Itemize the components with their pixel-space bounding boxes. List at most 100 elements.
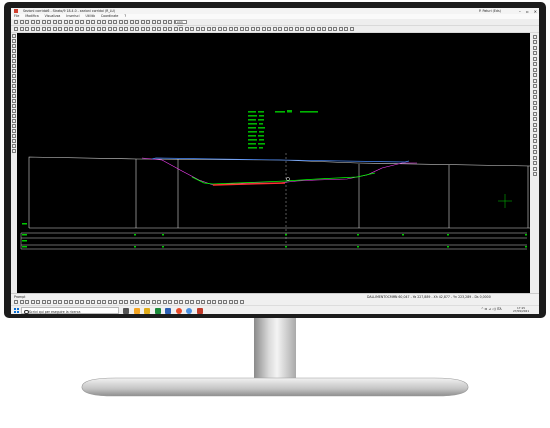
tool-icon[interactable] — [11, 84, 16, 88]
tool-icon[interactable] — [91, 27, 95, 31]
tool-icon[interactable] — [256, 27, 260, 31]
tool-icon[interactable] — [85, 20, 90, 24]
tool-icon[interactable] — [157, 27, 161, 31]
tool-icon[interactable] — [129, 300, 134, 304]
tool-icon[interactable] — [91, 300, 95, 304]
tool-icon[interactable] — [184, 27, 189, 31]
zoom-field[interactable]: stck 270 — [175, 20, 187, 27]
tool-icon[interactable] — [11, 44, 16, 48]
tool-icon[interactable] — [532, 122, 537, 127]
tool-icon[interactable] — [140, 20, 145, 24]
tool-icon[interactable] — [162, 20, 167, 24]
tool-icon[interactable] — [338, 27, 343, 31]
tool-icon[interactable] — [195, 27, 200, 31]
tool-icon[interactable] — [228, 27, 233, 31]
tool-icon[interactable] — [118, 27, 123, 31]
tool-icon[interactable] — [80, 20, 84, 24]
tool-icon[interactable] — [11, 64, 16, 68]
tool-icon[interactable] — [245, 27, 249, 31]
tool-icon[interactable] — [532, 45, 537, 50]
tool-icon[interactable] — [107, 300, 112, 304]
tool-icon[interactable] — [129, 20, 134, 24]
tool-icon[interactable] — [322, 27, 326, 31]
tool-icon[interactable] — [206, 300, 211, 304]
tool-icon[interactable] — [11, 149, 16, 153]
tool-icon[interactable] — [118, 20, 123, 24]
tool-icon[interactable] — [11, 129, 16, 133]
minimize-icon[interactable]: – — [519, 9, 521, 14]
tool-icon[interactable] — [96, 300, 101, 304]
tool-icon[interactable] — [206, 27, 211, 31]
tool-icon[interactable] — [151, 27, 156, 31]
task-view-icon[interactable] — [123, 307, 129, 314]
tool-icon[interactable] — [201, 300, 205, 304]
tool-icon[interactable] — [532, 150, 537, 154]
tool-icon[interactable] — [532, 78, 537, 83]
tool-icon[interactable] — [63, 27, 68, 31]
tool-icon[interactable] — [532, 100, 537, 105]
tool-icon[interactable] — [11, 119, 16, 123]
tool-icon[interactable] — [532, 117, 537, 121]
edge-icon[interactable] — [186, 307, 192, 314]
word-icon[interactable] — [165, 307, 171, 314]
tool-icon[interactable] — [74, 300, 79, 304]
tool-icon[interactable] — [69, 27, 73, 31]
tool-icon[interactable] — [532, 172, 537, 176]
tool-icon[interactable] — [532, 73, 537, 77]
maximize-icon[interactable]: ▫ — [526, 9, 529, 14]
tool-icon[interactable] — [11, 104, 16, 108]
tool-icon[interactable] — [30, 20, 35, 24]
tool-icon[interactable] — [140, 27, 145, 31]
tool-icon[interactable] — [173, 300, 178, 304]
tool-icon[interactable] — [11, 134, 16, 138]
tool-icon[interactable] — [85, 300, 90, 304]
tool-icon[interactable] — [173, 27, 178, 31]
tool-icon[interactable] — [41, 20, 46, 24]
tool-icon[interactable] — [41, 300, 46, 304]
tool-icon[interactable] — [58, 20, 62, 24]
tool-icon[interactable] — [63, 300, 68, 304]
tool-icon[interactable] — [267, 27, 271, 31]
tool-icon[interactable] — [532, 166, 537, 171]
tool-icon[interactable] — [102, 300, 106, 304]
tool-icon[interactable] — [113, 300, 117, 304]
tool-icon[interactable] — [327, 27, 332, 31]
tool-icon[interactable] — [162, 300, 167, 304]
tool-icon[interactable] — [118, 300, 123, 304]
tool-icon[interactable] — [146, 300, 150, 304]
tool-icon[interactable] — [11, 59, 16, 63]
tool-icon[interactable] — [234, 300, 238, 304]
tool-icon[interactable] — [124, 300, 128, 304]
tool-icon[interactable] — [532, 40, 537, 44]
tool-icon[interactable] — [47, 300, 51, 304]
tool-icon[interactable] — [532, 34, 537, 39]
tool-icon[interactable] — [223, 300, 227, 304]
tool-icon[interactable] — [124, 20, 128, 24]
tool-icon[interactable] — [91, 20, 95, 24]
tool-icon[interactable] — [11, 99, 16, 103]
tool-icon[interactable] — [11, 94, 16, 98]
tool-icon[interactable] — [36, 300, 40, 304]
tool-icon[interactable] — [239, 27, 244, 31]
tool-icon[interactable] — [190, 300, 194, 304]
tool-icon[interactable] — [30, 27, 35, 31]
tool-icon[interactable] — [333, 27, 337, 31]
strato-app-icon[interactable] — [196, 307, 203, 314]
tool-icon[interactable] — [113, 27, 117, 31]
tool-icon[interactable] — [11, 89, 16, 93]
tool-icon[interactable] — [36, 27, 40, 31]
tool-icon[interactable] — [47, 20, 51, 24]
tool-icon[interactable] — [102, 27, 106, 31]
tool-icon[interactable] — [96, 27, 101, 31]
tool-icon[interactable] — [52, 20, 57, 24]
tool-icon[interactable] — [239, 300, 244, 304]
tool-icon[interactable] — [74, 20, 79, 24]
drawing-canvas[interactable] — [17, 33, 531, 293]
tool-icon[interactable] — [69, 300, 73, 304]
tool-icon[interactable] — [19, 27, 24, 31]
tool-icon[interactable] — [11, 39, 16, 43]
tool-icon[interactable] — [96, 20, 101, 24]
tool-icon[interactable] — [228, 300, 233, 304]
tool-icon[interactable] — [107, 20, 112, 24]
tool-icon[interactable] — [30, 300, 35, 304]
